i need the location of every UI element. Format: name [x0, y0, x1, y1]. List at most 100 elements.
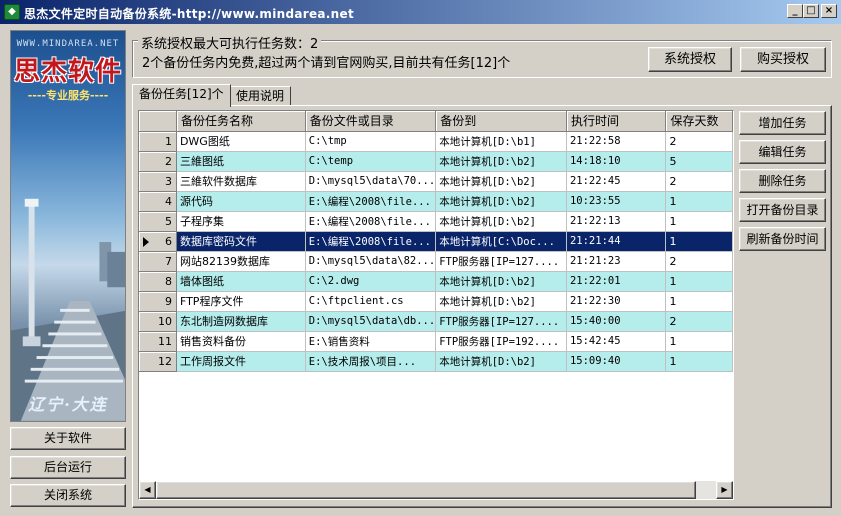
cell-keep-days[interactable]: 1: [665, 211, 733, 232]
cell-exec-time[interactable]: 21:22:30: [566, 291, 667, 312]
table-row[interactable]: 12 工作周报文件 E:\技术周报\项目... 本地计算机[D:\b2] 15:09:4…: [139, 351, 733, 372]
minimize-button[interactable]: _: [787, 4, 803, 18]
run-background-button[interactable]: 后台运行: [10, 456, 126, 479]
table-row[interactable]: 7 网站82139数据库 D:\mysql5\data\82... FTP服务器[IP…: [139, 251, 733, 272]
row-number[interactable]: 8: [139, 271, 177, 292]
cell-keep-days[interactable]: 1: [665, 231, 733, 252]
row-number[interactable]: 7: [139, 251, 177, 272]
row-number[interactable]: 2: [139, 151, 177, 172]
table-row[interactable]: 10 东北制造网数据库 D:\mysql5\data\db... FTP服务器[IP=…: [139, 311, 733, 332]
refresh-backup-time-button[interactable]: 刷新备份时间: [739, 227, 826, 251]
cell-source-path[interactable]: E:\销售资料: [305, 331, 437, 352]
scroll-thumb[interactable]: [156, 481, 696, 499]
maximize-button[interactable]: □: [803, 4, 819, 18]
about-button[interactable]: 关于软件: [10, 427, 126, 450]
tab-backup-tasks[interactable]: 备份任务[12]个: [132, 84, 231, 107]
table-row[interactable]: 11 销售资料备份 E:\销售资料 FTP服务器[IP=192.... 15:42:45…: [139, 331, 733, 352]
row-number[interactable]: 4: [139, 191, 177, 212]
table-row[interactable]: 2 三維图纸 C:\temp 本地计算机[D:\b2] 14:18:10 5: [139, 151, 733, 172]
cell-task-name[interactable]: 数据库密码文件: [176, 231, 306, 252]
cell-exec-time[interactable]: 15:40:00: [566, 311, 667, 332]
row-number[interactable]: 9: [139, 291, 177, 312]
table-row[interactable]: 1 DWG图纸 C:\tmp 本地计算机[D:\b1] 21:22:58 2: [139, 131, 733, 152]
cell-task-name[interactable]: 网站82139数据库: [176, 251, 306, 272]
row-number[interactable]: 10: [139, 311, 177, 332]
cell-backup-target[interactable]: 本地计算机[D:\b2]: [435, 271, 567, 292]
buy-license-button[interactable]: 购买授权: [740, 47, 826, 72]
exit-system-button[interactable]: 关闭系统: [10, 484, 126, 507]
cell-keep-days[interactable]: 5: [665, 151, 733, 172]
cell-source-path[interactable]: D:\mysql5\data\70...: [305, 171, 437, 192]
cell-task-name[interactable]: 工作周报文件: [176, 351, 306, 372]
row-number[interactable]: 5: [139, 211, 177, 232]
cell-exec-time[interactable]: 21:22:01: [566, 271, 667, 292]
cell-task-name[interactable]: 三維软件数据库: [176, 171, 306, 192]
cell-source-path[interactable]: E:\编程\2008\file...: [305, 191, 437, 212]
cell-task-name[interactable]: 源代码: [176, 191, 306, 212]
cell-backup-target[interactable]: FTP服务器[IP=127....: [435, 251, 567, 272]
cell-exec-time[interactable]: 21:22:58: [566, 131, 667, 152]
table-row[interactable]: 8 墙体图纸 C:\2.dwg 本地计算机[D:\b2] 21:22:01 1: [139, 271, 733, 292]
cell-keep-days[interactable]: 2: [665, 251, 733, 272]
cell-task-name[interactable]: 销售资料备份: [176, 331, 306, 352]
cell-exec-time[interactable]: 21:22:45: [566, 171, 667, 192]
table-row[interactable]: 4 源代码 E:\编程\2008\file... 本地计算机[D:\b2] 10:23:…: [139, 191, 733, 212]
scroll-right-button[interactable]: ▶: [716, 481, 733, 499]
cell-task-name[interactable]: 东北制造网数据库: [176, 311, 306, 332]
title-bar[interactable]: ◆ 思杰文件定时自动备份系统-http://www.mindarea.net _…: [0, 0, 841, 24]
cell-exec-time[interactable]: 15:09:40: [566, 351, 667, 372]
cell-exec-time[interactable]: 21:22:13: [566, 211, 667, 232]
cell-source-path[interactable]: C:\temp: [305, 151, 437, 172]
delete-task-button[interactable]: 删除任务: [739, 169, 826, 193]
column-header-target[interactable]: 备份到: [435, 111, 567, 132]
add-task-button[interactable]: 增加任务: [739, 111, 826, 135]
cell-task-name[interactable]: 三維图纸: [176, 151, 306, 172]
close-button[interactable]: ×: [821, 4, 837, 18]
cell-source-path[interactable]: E:\技术周报\项目...: [305, 351, 437, 372]
column-header-source[interactable]: 备份文件或目录: [305, 111, 437, 132]
row-number[interactable]: 11: [139, 331, 177, 352]
cell-keep-days[interactable]: 1: [665, 291, 733, 312]
cell-backup-target[interactable]: 本地计算机[C:\Doc...: [435, 231, 567, 252]
cell-keep-days[interactable]: 1: [665, 191, 733, 212]
cell-keep-days[interactable]: 1: [665, 331, 733, 352]
row-number[interactable]: 6: [139, 231, 177, 252]
cell-task-name[interactable]: 墙体图纸: [176, 271, 306, 292]
cell-source-path[interactable]: D:\mysql5\data\db...: [305, 311, 437, 332]
table-row[interactable]: 5 子程序集 E:\编程\2008\file... 本地计算机[D:\b2] 21:22…: [139, 211, 733, 232]
cell-keep-days[interactable]: 1: [665, 351, 733, 372]
cell-keep-days[interactable]: 2: [665, 131, 733, 152]
cell-exec-time[interactable]: 14:18:10: [566, 151, 667, 172]
table-row[interactable]: 9 FTP程序文件 C:\ftpclient.cs 本地计算机[D:\b2] 21:22…: [139, 291, 733, 312]
cell-backup-target[interactable]: 本地计算机[D:\b2]: [435, 151, 567, 172]
row-number[interactable]: 3: [139, 171, 177, 192]
column-header-days[interactable]: 保存天数: [665, 111, 733, 132]
open-backup-dir-button[interactable]: 打开备份目录: [739, 198, 826, 222]
cell-exec-time[interactable]: 21:21:23: [566, 251, 667, 272]
column-header-time[interactable]: 执行时间: [566, 111, 667, 132]
cell-backup-target[interactable]: 本地计算机[D:\b2]: [435, 291, 567, 312]
cell-backup-target[interactable]: 本地计算机[D:\b2]: [435, 211, 567, 232]
cell-source-path[interactable]: C:\2.dwg: [305, 271, 437, 292]
cell-backup-target[interactable]: 本地计算机[D:\b2]: [435, 171, 567, 192]
task-table[interactable]: 备份任务名称 备份文件或目录 备份到 执行时间 保存天数 1 DWG图纸 C:\tm…: [138, 110, 734, 500]
table-row[interactable]: 6 数据库密码文件 E:\编程\2008\file... 本地计算机[C:\Doc..…: [139, 231, 733, 252]
cell-backup-target[interactable]: FTP服务器[IP=127....: [435, 311, 567, 332]
row-number[interactable]: 1: [139, 131, 177, 152]
system-authorize-button[interactable]: 系统授权: [648, 47, 732, 72]
cell-keep-days[interactable]: 2: [665, 171, 733, 192]
scroll-left-button[interactable]: ◀: [139, 481, 156, 499]
cell-backup-target[interactable]: 本地计算机[D:\b2]: [435, 191, 567, 212]
cell-backup-target[interactable]: FTP服务器[IP=192....: [435, 331, 567, 352]
cell-task-name[interactable]: FTP程序文件: [176, 291, 306, 312]
cell-exec-time[interactable]: 15:42:45: [566, 331, 667, 352]
cell-backup-target[interactable]: 本地计算机[D:\b1]: [435, 131, 567, 152]
cell-exec-time[interactable]: 21:21:44: [566, 231, 667, 252]
tab-instructions[interactable]: 使用说明: [229, 86, 292, 106]
table-row[interactable]: 3 三維软件数据库 D:\mysql5\data\70... 本地计算机[D:\b2]…: [139, 171, 733, 192]
column-header-name[interactable]: 备份任务名称: [176, 111, 306, 132]
cell-source-path[interactable]: C:\ftpclient.cs: [305, 291, 437, 312]
cell-source-path[interactable]: E:\编程\2008\file...: [305, 231, 437, 252]
cell-source-path[interactable]: E:\编程\2008\file...: [305, 211, 437, 232]
horizontal-scrollbar[interactable]: ◀ ▶: [139, 481, 733, 499]
